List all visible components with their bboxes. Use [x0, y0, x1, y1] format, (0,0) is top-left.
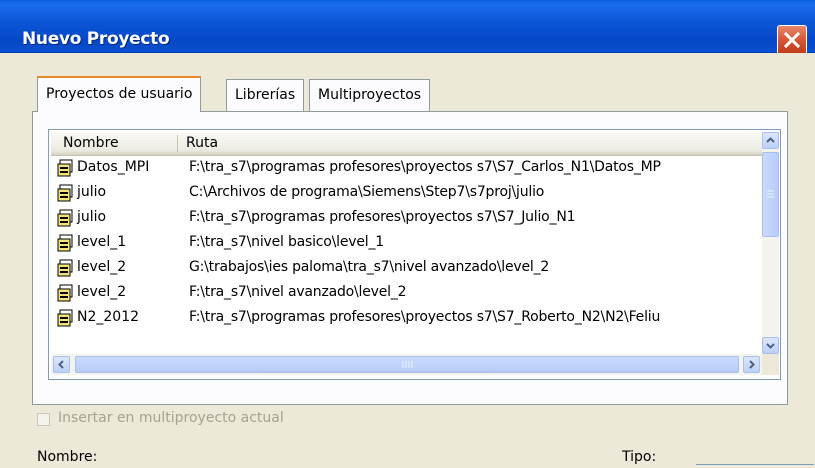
step7-project-icon	[57, 184, 73, 202]
list-item[interactable]: julio C:\Archivos de programa\Siemens\St…	[51, 181, 762, 205]
project-name: julio	[77, 184, 107, 200]
tab-librerias[interactable]: Librerías	[226, 79, 305, 111]
scroll-down-button[interactable]	[762, 337, 779, 354]
insert-multiproject-checkbox[interactable]	[37, 413, 50, 426]
horizontal-scrollbar[interactable]	[51, 354, 762, 375]
list-item[interactable]: Datos_MPI F:\tra_s7\programas profesores…	[51, 156, 762, 180]
title-bar[interactable]: Nuevo Proyecto	[0, 0, 815, 55]
column-header-nombre[interactable]: Nombre	[63, 135, 119, 151]
chevron-right-icon	[749, 360, 755, 369]
project-name: Datos_MPI	[77, 159, 150, 175]
project-name: level_1	[77, 234, 127, 250]
step7-project-icon	[57, 259, 73, 277]
tab-label: Librerías	[235, 87, 296, 103]
close-button[interactable]	[777, 25, 807, 55]
chevron-left-icon	[58, 360, 64, 369]
project-list[interactable]: Nombre Ruta Datos_MPI F:\tra_s7\programa…	[48, 129, 781, 380]
project-path: F:\tra_s7\programas profesores\proyectos…	[189, 209, 576, 225]
step7-project-icon	[57, 234, 73, 252]
name-label: Nombre:	[37, 449, 98, 465]
list-item[interactable]: level_1 F:\tra_s7\nivel basico\level_1	[51, 231, 762, 255]
tab-label: Proyectos de usuario	[46, 86, 193, 102]
scrollbar-corner	[762, 354, 779, 375]
step7-project-icon	[57, 209, 73, 227]
grip-icon	[402, 361, 413, 368]
list-item[interactable]: julio F:\tra_s7\programas profesores\pro…	[51, 206, 762, 230]
project-path: C:\Archivos de programa\Siemens\Step7\s7…	[189, 184, 545, 200]
list-item[interactable]: N2_2012 F:\tra_s7\programas profesores\p…	[51, 306, 762, 330]
vertical-scroll-thumb[interactable]	[762, 152, 779, 237]
step7-project-icon	[57, 159, 73, 177]
tab-proyectos-de-usuario[interactable]: Proyectos de usuario	[37, 76, 202, 112]
project-path: F:\tra_s7\programas profesores\proyectos…	[189, 159, 661, 175]
insert-multiproject-label: Insertar en multiproyecto actual	[58, 410, 284, 426]
step7-project-icon	[57, 309, 73, 327]
close-icon	[783, 31, 801, 49]
chevron-down-icon	[766, 343, 775, 349]
project-name: julio	[77, 209, 107, 225]
list-item[interactable]: level_2 G:\trabajos\ies paloma\tra_s7\ni…	[51, 256, 762, 280]
project-path: F:\tra_s7\nivel avanzado\level_2	[189, 284, 407, 300]
tab-label: Multiproyectos	[318, 87, 422, 103]
type-label: Tipo:	[622, 449, 657, 465]
list-item[interactable]: level_2 F:\tra_s7\nivel avanzado\level_2	[51, 281, 762, 305]
chevron-up-icon	[766, 137, 775, 143]
column-header-ruta[interactable]: Ruta	[186, 135, 218, 151]
tab-multiproyectos[interactable]: Multiproyectos	[309, 79, 431, 111]
step7-project-icon	[57, 284, 73, 302]
project-path: G:\trabajos\ies paloma\tra_s7\nivel avan…	[189, 259, 550, 275]
list-header: Nombre Ruta	[51, 132, 762, 156]
scroll-left-button[interactable]	[53, 356, 70, 373]
column-separator[interactable]	[177, 135, 178, 152]
list-rows: Datos_MPI F:\tra_s7\programas profesores…	[51, 156, 762, 354]
project-name: level_2	[77, 259, 127, 275]
horizontal-scroll-thumb[interactable]	[75, 356, 739, 373]
window-title: Nuevo Proyecto	[22, 29, 170, 49]
project-name: level_2	[77, 284, 127, 300]
vertical-scrollbar[interactable]	[762, 132, 779, 354]
project-path: F:\tra_s7\programas profesores\proyectos…	[189, 309, 661, 325]
scroll-up-button[interactable]	[762, 132, 779, 149]
project-name: N2_2012	[77, 309, 140, 325]
project-path: F:\tra_s7\nivel basico\level_1	[189, 234, 384, 250]
type-combobox[interactable]	[696, 464, 814, 468]
grip-icon	[767, 190, 774, 198]
scroll-right-button[interactable]	[743, 356, 760, 373]
